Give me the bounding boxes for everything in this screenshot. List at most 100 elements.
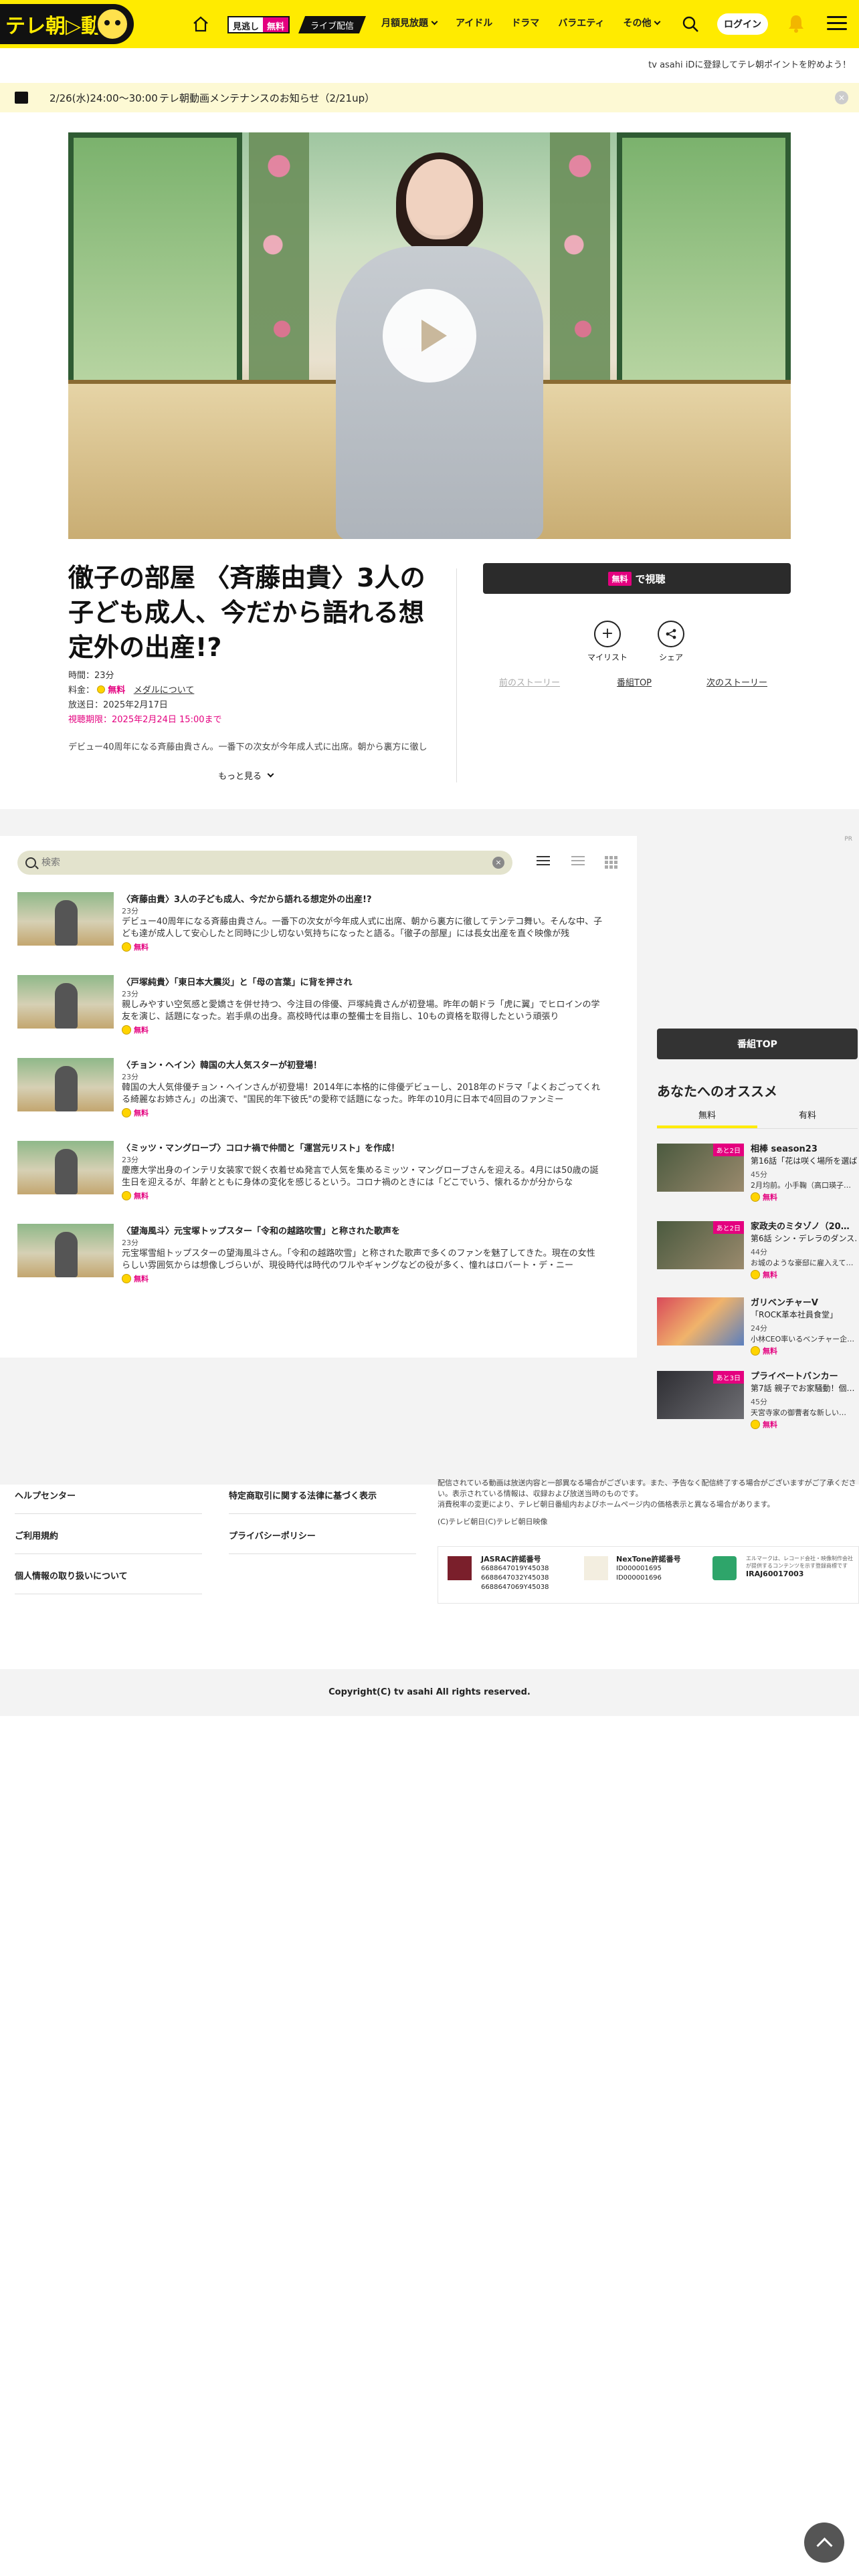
- missed-label: 見逃し: [233, 22, 260, 32]
- license-box: JASRAC許諾番号 6688647019Y45038 6688647032Y4…: [438, 1546, 859, 1604]
- footer-link-tokushoho[interactable]: 特定商取引に関する法律に基づく表示: [229, 1489, 416, 1514]
- search-icon: [25, 857, 36, 868]
- page-top-icon[interactable]: [804, 2523, 844, 2563]
- episode-search[interactable]: ×: [17, 851, 512, 875]
- mylist-button[interactable]: + マイリスト: [581, 621, 634, 663]
- recommend-item[interactable]: ガリベンチャーV 「ROCK革本社員食堂」 24分 小林CEO率いるベンチャー企…: [657, 1297, 858, 1364]
- login-button[interactable]: ログイン: [717, 13, 768, 35]
- notice-bar[interactable]: 2/26(水)24:00〜30:00 テレ朝動画メンテナンスのお知らせ（2/21…: [0, 83, 859, 112]
- coin-icon: [122, 1274, 131, 1283]
- episode-item-free: 無料: [122, 1273, 149, 1284]
- watch-label: で視聴: [635, 572, 666, 585]
- recommend-free: 無料: [751, 1192, 777, 1202]
- fee-value: 無料: [108, 685, 126, 695]
- recommend-desc: 2月均前。小手鞠（高口瑛子…: [751, 1181, 851, 1190]
- recommend-item[interactable]: あと3日 プライベートバンカー 第7話 親子でお家騒動！個… 45分 天宮寺家の…: [657, 1371, 858, 1438]
- lmark-info: エルマークは、レコード会社・映像制作会社が提供するコンテンツを示す登録商標です …: [746, 1555, 853, 1579]
- recommend-free: 無料: [751, 1419, 777, 1430]
- share-button[interactable]: シェア: [644, 621, 698, 663]
- tab-free[interactable]: 無料: [657, 1109, 757, 1128]
- flower-decoration: [550, 132, 610, 413]
- nextone-logo-icon: [584, 1556, 608, 1580]
- episode-item[interactable]: 〈戸塚純貴〉「東日本大震災」と「母の言葉」に背を押され 23分 親しみやすい空気…: [17, 975, 619, 1042]
- nav-item-monthly[interactable]: 月額見放題: [381, 16, 438, 29]
- medal-link[interactable]: メダルについて: [134, 685, 195, 695]
- more-button[interactable]: もっと見る: [218, 769, 274, 782]
- recommend-title: あなたへのオススメ: [657, 1083, 777, 1099]
- jasrac-logo-icon: [448, 1556, 472, 1580]
- bell-icon[interactable]: [787, 13, 805, 33]
- episode-item-title: 〈斉藤由貴〉3人の子ども成人、今だから語れる想定外の出産!?: [122, 895, 372, 905]
- clear-icon[interactable]: ×: [492, 857, 504, 869]
- coin-icon: [122, 1108, 131, 1117]
- episode-list-panel: × 〈斉藤由貴〉3人の子ども成人、今だから語れる想定外の出産!? 23分 デビュ…: [0, 836, 637, 1358]
- footer-link-help[interactable]: ヘルプセンター: [15, 1489, 202, 1514]
- episode-thumbnail: [17, 1224, 114, 1277]
- footer-link-terms[interactable]: ご利用規約: [15, 1529, 202, 1554]
- free-label: 無料: [134, 1192, 149, 1200]
- episode-thumbnail: [17, 892, 114, 946]
- lmark-text: エルマークは、レコード会社・映像制作会社が提供するコンテンツを示す登録商標です: [746, 1555, 853, 1569]
- play-icon[interactable]: [383, 289, 476, 383]
- episode-description: デビュー40周年になる斉藤由貴さん。一番下の次女が今年成人式に出席。朝から裏方に…: [68, 742, 427, 752]
- episode-item[interactable]: 〈望海風斗〉元宝塚トップスター「令和の越路吹雪」と称された歌声を 23分 元宝塚…: [17, 1224, 619, 1291]
- lmark-number: IRAJ60017003: [746, 1570, 804, 1578]
- recommend-item[interactable]: あと2日 家政夫のミタゾノ（20… 第6話 シン・デレラのダンス… 44分 お城…: [657, 1221, 858, 1288]
- episode-item[interactable]: 〈チョン・ヘイン〉韓国の大人気スターが初登場！ 23分 韓国の大人気俳優チョン・…: [17, 1058, 619, 1125]
- nav-label: アイドル: [456, 18, 493, 29]
- episode-item-duration: 23分: [122, 907, 138, 916]
- recommend-subtitle: 第6話 シン・デレラのダンス…: [751, 1234, 858, 1243]
- mylist-label: マイリスト: [587, 653, 628, 662]
- live-link[interactable]: ライブ配信: [298, 16, 367, 33]
- missed-free-link[interactable]: 見逃し 無料: [227, 16, 290, 33]
- nav-item-idol[interactable]: アイドル: [456, 16, 492, 29]
- episode-item-duration: 23分: [122, 990, 138, 998]
- list-view-icon[interactable]: [537, 856, 550, 868]
- recommend-desc: 小林CEO率いるベンチャー企…: [751, 1335, 855, 1344]
- nextone-number: ID000001696: [616, 1574, 662, 1582]
- jasrac-info: JASRAC許諾番号 6688647019Y45038 6688647032Y4…: [481, 1555, 549, 1592]
- footer-link-personal-info[interactable]: 個人情報の取り扱いについて: [15, 1569, 202, 1594]
- episode-item-free: 無料: [122, 1107, 149, 1118]
- prev-story-link: 前のストーリー: [499, 678, 561, 688]
- episode-meta: 時間：23分 料金： 無料 メダルについて 放送日：2025年2月17日 視聴期…: [68, 669, 222, 728]
- footer-link-privacy[interactable]: プライバシーポリシー: [229, 1529, 416, 1554]
- nav-label: バラエティ: [558, 18, 605, 29]
- jasrac-number: 6688647019Y45038: [481, 1565, 549, 1572]
- program-top-button[interactable]: 番組TOP: [657, 1029, 858, 1059]
- recommend-desc: 天宮寺家の御曹者な新しい…: [751, 1408, 846, 1417]
- program-top-link[interactable]: 番組TOP: [617, 675, 652, 688]
- compact-view-icon[interactable]: [571, 856, 585, 868]
- episode-item[interactable]: 〈ミッツ・マングローブ〉コロナ禍で仲間と「運営元リスト」を作成！ 23分 慶應大…: [17, 1141, 619, 1208]
- episode-item-title: 〈望海風斗〉元宝塚トップスター「令和の越路吹雪」と称された歌声を: [122, 1226, 401, 1237]
- free-label: 無料: [134, 1109, 149, 1117]
- nav-item-variety[interactable]: バラエティ: [558, 16, 604, 29]
- grid-view-icon[interactable]: [605, 856, 618, 869]
- promo-text[interactable]: tv asahi iDに登録してテレ朝ポイントを貯めよう！: [648, 58, 851, 70]
- nav-item-drama[interactable]: ドラマ: [511, 16, 539, 29]
- close-icon[interactable]: ×: [835, 91, 848, 104]
- notice-text[interactable]: テレ朝動画メンテナンスのお知らせ（2/21up）: [159, 91, 375, 105]
- search-icon[interactable]: [681, 15, 700, 33]
- recommend-item[interactable]: あと2日 相棒 season23 第16話「花は咲く場所を選ば… 45分 2月均…: [657, 1144, 858, 1210]
- hamburger-menu-icon[interactable]: [827, 16, 847, 32]
- days-left-badge: あと2日: [712, 1144, 744, 1156]
- episode-item-desc: 元宝塚雪組トップスターの望海風斗さん。「令和の越路吹雪」と称された歌声で多くのフ…: [122, 1249, 595, 1271]
- copyright: Copyright(C) tv asahi All rights reserve…: [0, 1669, 859, 1716]
- episode-thumbnail: [17, 975, 114, 1029]
- next-story-link[interactable]: 次のストーリー: [706, 675, 767, 688]
- recommend-free: 無料: [751, 1269, 777, 1280]
- home-icon[interactable]: [191, 15, 210, 33]
- watch-button[interactable]: 無料 で視聴: [483, 563, 791, 594]
- episode-item[interactable]: 〈斉藤由貴〉3人の子ども成人、今だから語れる想定外の出産!? 23分 デビュー4…: [17, 892, 619, 959]
- recommend-thumbnail: あと2日: [657, 1144, 744, 1192]
- duration: 時間：23分: [68, 671, 114, 681]
- recommend-title-text: 家政夫のミタゾノ（20…: [751, 1222, 850, 1232]
- search-input[interactable]: [41, 857, 483, 868]
- notice-date: 2/26(水)24:00〜30:00: [50, 92, 158, 104]
- nav-item-other[interactable]: その他: [623, 16, 661, 29]
- tab-paid[interactable]: 有料: [757, 1109, 858, 1128]
- ad-tag: PR: [844, 836, 852, 843]
- coin-icon: [97, 685, 106, 693]
- site-logo[interactable]: テレ朝▷動画: [0, 4, 134, 44]
